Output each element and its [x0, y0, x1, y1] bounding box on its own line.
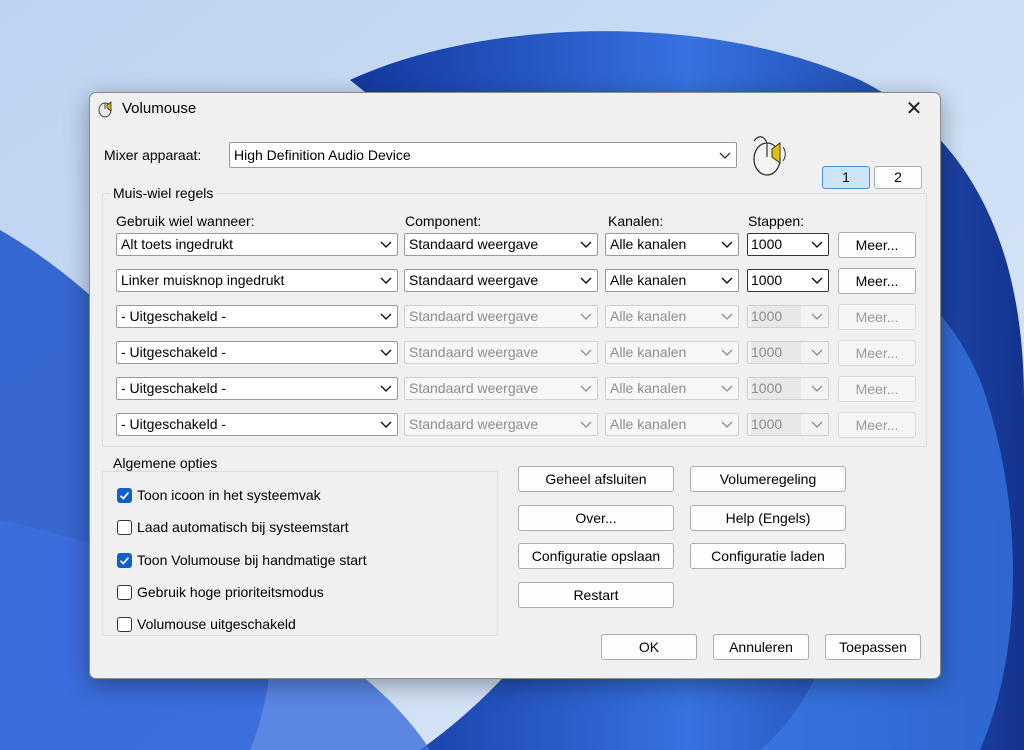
component-select: Standaard weergave	[404, 341, 598, 364]
chevron-down-icon	[380, 385, 392, 392]
help-button[interactable]: Help (Engels)	[690, 505, 846, 531]
about-button[interactable]: Over...	[518, 505, 674, 531]
more-button: Meer...	[838, 412, 916, 438]
checkbox[interactable]	[117, 520, 132, 535]
channels-select: Alle kanalen	[605, 413, 739, 436]
chevron-down-icon	[580, 421, 592, 428]
steps-combo: 1000	[747, 377, 829, 400]
channels-select: Alle kanalen	[605, 305, 739, 328]
ok-button[interactable]: OK	[601, 634, 697, 660]
chevron-down-icon	[811, 385, 823, 392]
chevron-down-icon	[380, 313, 392, 320]
checkbox[interactable]	[117, 585, 132, 600]
component-select[interactable]: Standaard weergave	[404, 233, 598, 256]
window-title: Volumouse	[122, 100, 197, 117]
volumouse-window: Volumouse ✕ Mixer apparaat: High Definit…	[89, 92, 941, 679]
component-select: Standaard weergave	[404, 305, 598, 328]
checkbox[interactable]	[117, 553, 132, 568]
title-bar: Volumouse ✕	[90, 93, 940, 125]
checkmark-icon	[119, 556, 130, 565]
chevron-down-icon	[721, 421, 733, 428]
steps-combo: 1000	[747, 413, 829, 436]
checkbox[interactable]	[117, 488, 132, 503]
channels-select: Alle kanalen	[605, 341, 739, 364]
close-icon: ✕	[905, 98, 923, 120]
exit-completely-button[interactable]: Geheel afsluiten	[518, 466, 674, 492]
chevron-down-icon	[811, 277, 823, 284]
component-select: Standaard weergave	[404, 377, 598, 400]
more-button: Meer...	[838, 340, 916, 366]
mouse-speaker-icon	[98, 101, 112, 118]
header-channels: Kanalen:	[608, 213, 664, 229]
chevron-down-icon	[811, 421, 823, 428]
volumouse-logo-icon	[753, 136, 786, 176]
save-config-button[interactable]: Configuratie opslaan	[518, 543, 674, 569]
chevron-down-icon	[580, 241, 592, 248]
close-button[interactable]: ✕	[894, 95, 934, 123]
chevron-down-icon	[380, 349, 392, 356]
page-1-button[interactable]: 1	[822, 166, 870, 189]
more-button: Meer...	[838, 376, 916, 402]
trigger-select[interactable]: - Uitgeschakeld -	[116, 341, 398, 364]
mixer-label: Mixer apparaat:	[104, 147, 202, 163]
load-config-button[interactable]: Configuratie laden	[690, 543, 846, 569]
volume-control-button[interactable]: Volumeregeling	[690, 466, 846, 492]
option-label[interactable]: Volumouse uitgeschakeld	[137, 616, 296, 632]
header-trigger: Gebruik wiel wanneer:	[116, 213, 255, 229]
chevron-down-icon	[721, 349, 733, 356]
checkbox[interactable]	[117, 617, 132, 632]
general-options-title: Algemene opties	[110, 455, 221, 471]
chevron-down-icon	[580, 385, 592, 392]
component-select: Standaard weergave	[404, 413, 598, 436]
channels-select: Alle kanalen	[605, 377, 739, 400]
wheel-rules-title: Muis-wiel regels	[110, 185, 217, 201]
steps-combo[interactable]: 1000	[747, 233, 829, 256]
page-2-button[interactable]: 2	[874, 166, 922, 189]
apply-button[interactable]: Toepassen	[825, 634, 921, 660]
option-label[interactable]: Toon icoon in het systeemvak	[137, 487, 321, 503]
steps-combo[interactable]: 1000	[747, 269, 829, 292]
chevron-down-icon	[721, 241, 733, 248]
trigger-select[interactable]: - Uitgeschakeld -	[116, 377, 398, 400]
trigger-select[interactable]: Alt toets ingedrukt	[116, 233, 398, 256]
more-button[interactable]: Meer...	[838, 268, 916, 294]
channels-select[interactable]: Alle kanalen	[605, 233, 739, 256]
chevron-down-icon	[380, 277, 392, 284]
chevron-down-icon	[580, 313, 592, 320]
chevron-down-icon	[721, 277, 733, 284]
more-button: Meer...	[838, 304, 916, 330]
option-label[interactable]: Laad automatisch bij systeemstart	[137, 519, 349, 535]
restart-button[interactable]: Restart	[518, 582, 674, 608]
steps-combo: 1000	[747, 305, 829, 328]
chevron-down-icon	[721, 313, 733, 320]
steps-combo: 1000	[747, 341, 829, 364]
header-steps: Stappen:	[748, 213, 805, 229]
trigger-select[interactable]: Linker muisknop ingedrukt	[116, 269, 398, 292]
chevron-down-icon	[580, 349, 592, 356]
checkmark-icon	[119, 491, 130, 500]
trigger-select[interactable]: - Uitgeschakeld -	[116, 413, 398, 436]
chevron-down-icon	[721, 385, 733, 392]
cancel-button[interactable]: Annuleren	[713, 634, 809, 660]
option-label[interactable]: Gebruik hoge prioriteitsmodus	[137, 584, 324, 600]
channels-select[interactable]: Alle kanalen	[605, 269, 739, 292]
chevron-down-icon	[811, 241, 823, 248]
option-label[interactable]: Toon Volumouse bij handmatige start	[137, 552, 367, 568]
chevron-down-icon	[580, 277, 592, 284]
more-button[interactable]: Meer...	[838, 232, 916, 258]
chevron-down-icon	[380, 241, 392, 248]
chevron-down-icon	[811, 349, 823, 356]
chevron-down-icon	[380, 421, 392, 428]
mixer-device-select[interactable]: High Definition Audio Device	[229, 142, 737, 168]
trigger-select[interactable]: - Uitgeschakeld -	[116, 305, 398, 328]
header-component: Component:	[405, 213, 482, 229]
component-select[interactable]: Standaard weergave	[404, 269, 598, 292]
chevron-down-icon	[719, 152, 731, 159]
chevron-down-icon	[811, 313, 823, 320]
